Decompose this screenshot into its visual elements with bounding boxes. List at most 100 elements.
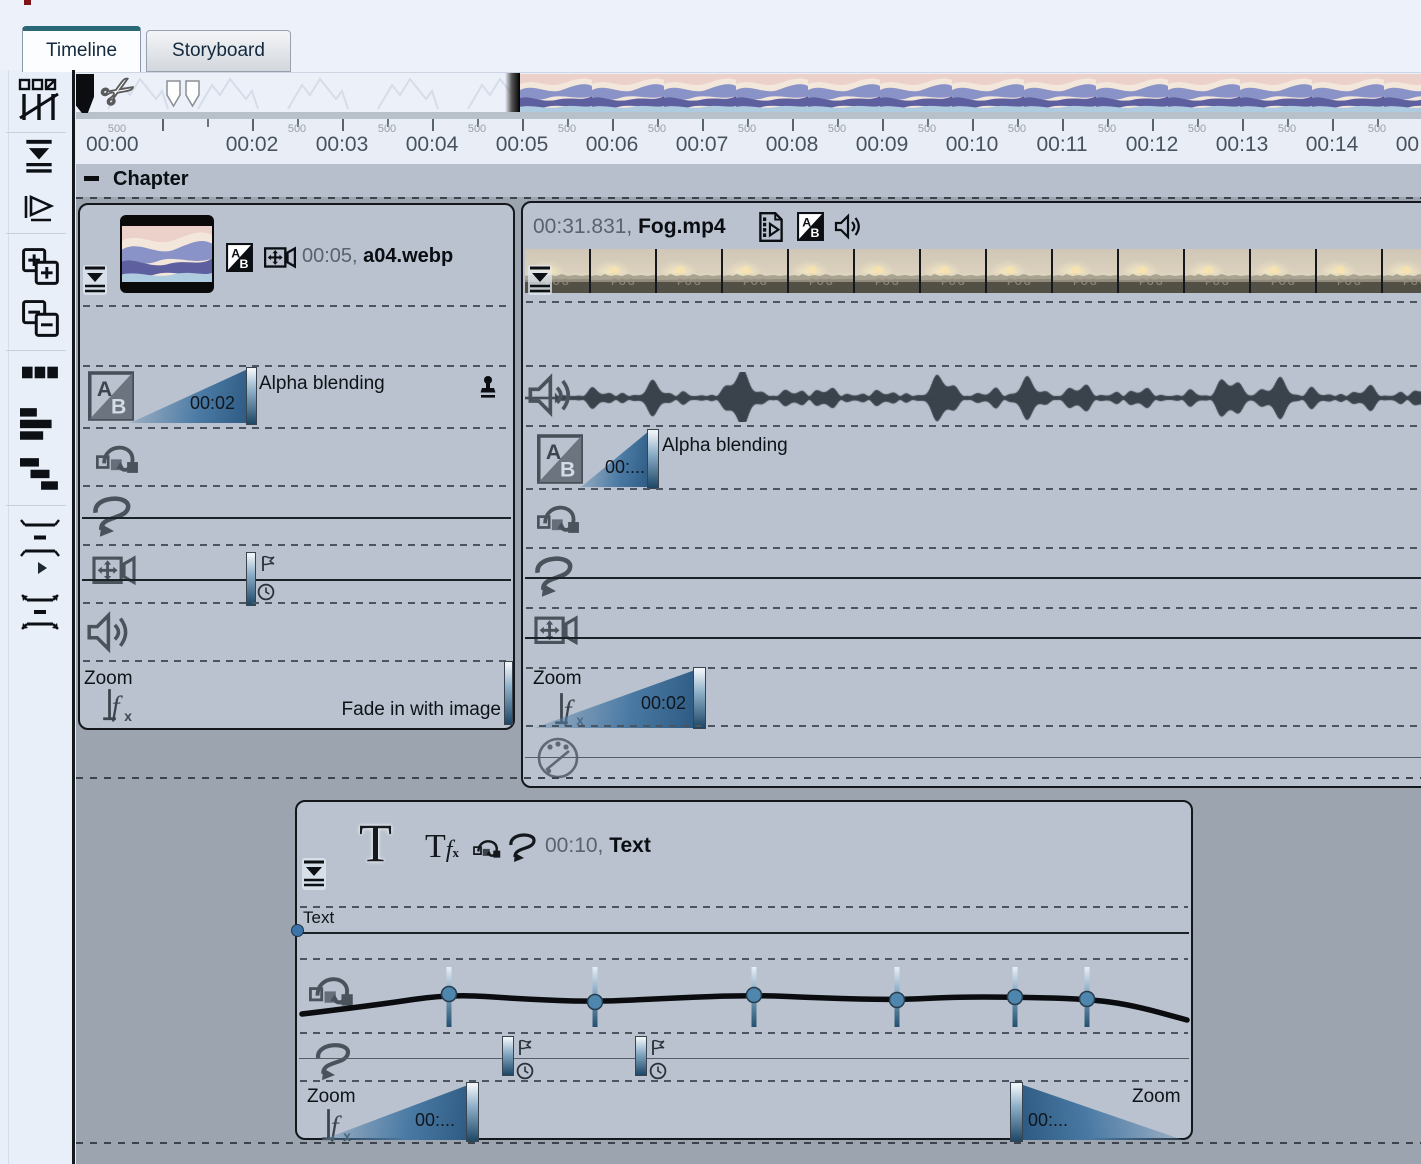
filmstrip-frame: FOG <box>591 249 657 293</box>
remove-object-icon[interactable] <box>22 300 60 338</box>
row-separator <box>83 544 510 546</box>
object-marker-icon[interactable] <box>302 858 326 890</box>
chapter-header[interactable]: Chapter <box>76 164 1421 197</box>
record-indicator <box>24 0 31 5</box>
keyframe-dot[interactable] <box>442 987 457 1002</box>
clock-icon <box>516 1062 534 1080</box>
text-icon[interactable]: T <box>359 816 392 870</box>
track-line[interactable] <box>299 932 1189 934</box>
clip-video-fog[interactable]: 00:31.831, Fog.mp4 FOGFOGFOGFOGFOGFOGFOG… <box>521 201 1421 788</box>
ruler-tick <box>207 119 209 127</box>
alpha-ab-icon[interactable] <box>797 212 824 241</box>
frame-watermark: FOG <box>855 277 921 287</box>
curve-icon[interactable] <box>507 830 541 866</box>
time-ruler[interactable]: 5005005005005005005005005005005005005005… <box>76 119 1421 166</box>
clip-duration: 00:31.831, <box>533 215 632 238</box>
align-left-icon[interactable] <box>20 408 60 442</box>
divider <box>8 70 9 1164</box>
expand-arrow-icon[interactable] <box>38 562 47 574</box>
animation-curve[interactable] <box>297 952 1191 1042</box>
keyframe-dot[interactable] <box>1080 992 1095 1007</box>
fit-frame-icon[interactable] <box>20 518 60 558</box>
keyframe-marker[interactable] <box>502 1036 514 1076</box>
track-line[interactable] <box>525 757 1421 758</box>
tab-timeline[interactable]: Timeline <box>22 26 141 72</box>
track-line[interactable] <box>82 517 511 519</box>
filmstrip-frame: FOG <box>921 249 987 293</box>
preview-thumbnail <box>1024 74 1096 112</box>
row-separator <box>300 1032 1188 1034</box>
keyframe-dot[interactable] <box>588 995 603 1010</box>
filmstrip-frame: FOG <box>855 249 921 293</box>
curve-path[interactable] <box>302 996 1187 1020</box>
keyframe-loop-icon[interactable] <box>473 834 503 862</box>
frame-watermark: FOG <box>1317 277 1383 287</box>
object-marker-icon[interactable] <box>83 265 107 295</box>
curve-icon[interactable] <box>313 1038 357 1086</box>
ruler-time-label: 00:02 <box>226 133 279 157</box>
speaker-icon[interactable] <box>834 213 864 241</box>
clip-image-a04[interactable]: 00:05, a04.webp 00:02 Alpha blending Zoo <box>78 203 515 730</box>
ramp-handle[interactable] <box>647 429 659 489</box>
ruler-sub-label: 500 <box>558 123 576 135</box>
stagger-icon[interactable] <box>20 458 60 492</box>
frame-watermark: FOG <box>723 277 789 287</box>
ruler-sub-label: 500 <box>1008 123 1026 135</box>
keyframe-dot[interactable] <box>291 924 304 937</box>
text-fx-icon[interactable]: Tfx <box>425 828 459 866</box>
row-separator <box>300 906 1188 908</box>
frame-watermark: FOG <box>921 277 987 287</box>
flag-icon[interactable] <box>22 194 56 224</box>
mountain-placeholder-icon <box>376 77 440 111</box>
clock-icon <box>257 583 275 601</box>
keyframe-dot[interactable] <box>890 993 905 1008</box>
ruler-time-label: 00:09 <box>856 133 909 157</box>
alpha-ab-icon[interactable] <box>88 371 134 421</box>
alpha-ab-icon[interactable] <box>537 434 583 484</box>
track-line[interactable] <box>82 579 511 581</box>
keyframe-loop-icon[interactable] <box>96 435 142 481</box>
keyframe-loop-icon[interactable] <box>537 495 583 541</box>
ramp-handle[interactable] <box>504 661 513 725</box>
stamp-icon[interactable] <box>478 375 498 399</box>
camera-move-icon[interactable] <box>92 551 136 591</box>
add-object-icon[interactable] <box>22 248 60 286</box>
insert-marker-icon[interactable] <box>22 138 56 176</box>
split-icon[interactable] <box>164 79 204 109</box>
objects-grid-icon[interactable] <box>18 78 62 122</box>
collapse-icon[interactable] <box>84 176 99 181</box>
ruler-tick <box>702 119 704 131</box>
tab-storyboard[interactable]: Storyboard <box>146 30 291 72</box>
ruler-tick <box>522 119 524 131</box>
camera-move-icon[interactable] <box>264 243 296 273</box>
frame-watermark: FOG <box>1053 277 1119 287</box>
frame-watermark: FOG <box>789 277 855 287</box>
keyframe-dot[interactable] <box>747 988 762 1003</box>
filmstrip-frame: FOG <box>987 249 1053 293</box>
fx-icon[interactable] <box>100 686 138 724</box>
row-separator <box>83 660 510 662</box>
speaker-icon[interactable] <box>527 369 577 423</box>
clip-name: Fog.mp4 <box>638 215 726 238</box>
track-line[interactable] <box>525 637 1421 639</box>
ramp-handle[interactable] <box>246 367 257 425</box>
track-line[interactable] <box>299 1058 1189 1059</box>
ramp-handle[interactable] <box>693 667 706 729</box>
object-marker-icon[interactable] <box>528 265 552 295</box>
playhead-marker[interactable] <box>76 74 94 113</box>
keyframe-dot[interactable] <box>1008 990 1023 1005</box>
camera-move-icon[interactable] <box>534 611 578 651</box>
speaker-icon[interactable] <box>86 609 134 657</box>
keyframe-marker[interactable] <box>246 552 256 606</box>
keyframe-marker[interactable] <box>635 1036 647 1076</box>
alpha-ab-icon[interactable] <box>226 243 253 272</box>
expand-frame-icon[interactable] <box>20 592 60 632</box>
ramp-handle[interactable] <box>1010 1082 1023 1142</box>
tracks-icon[interactable] <box>22 365 60 381</box>
row-label: Zoom <box>307 1086 356 1108</box>
track-line[interactable] <box>525 577 1421 579</box>
clip-text[interactable]: T Tfx 00:10, Text Text Zoom 00:... <box>295 800 1193 1140</box>
ramp-handle[interactable] <box>466 1082 479 1142</box>
video-file-icon[interactable] <box>757 210 785 244</box>
ruler-sub-label: 500 <box>648 123 666 135</box>
